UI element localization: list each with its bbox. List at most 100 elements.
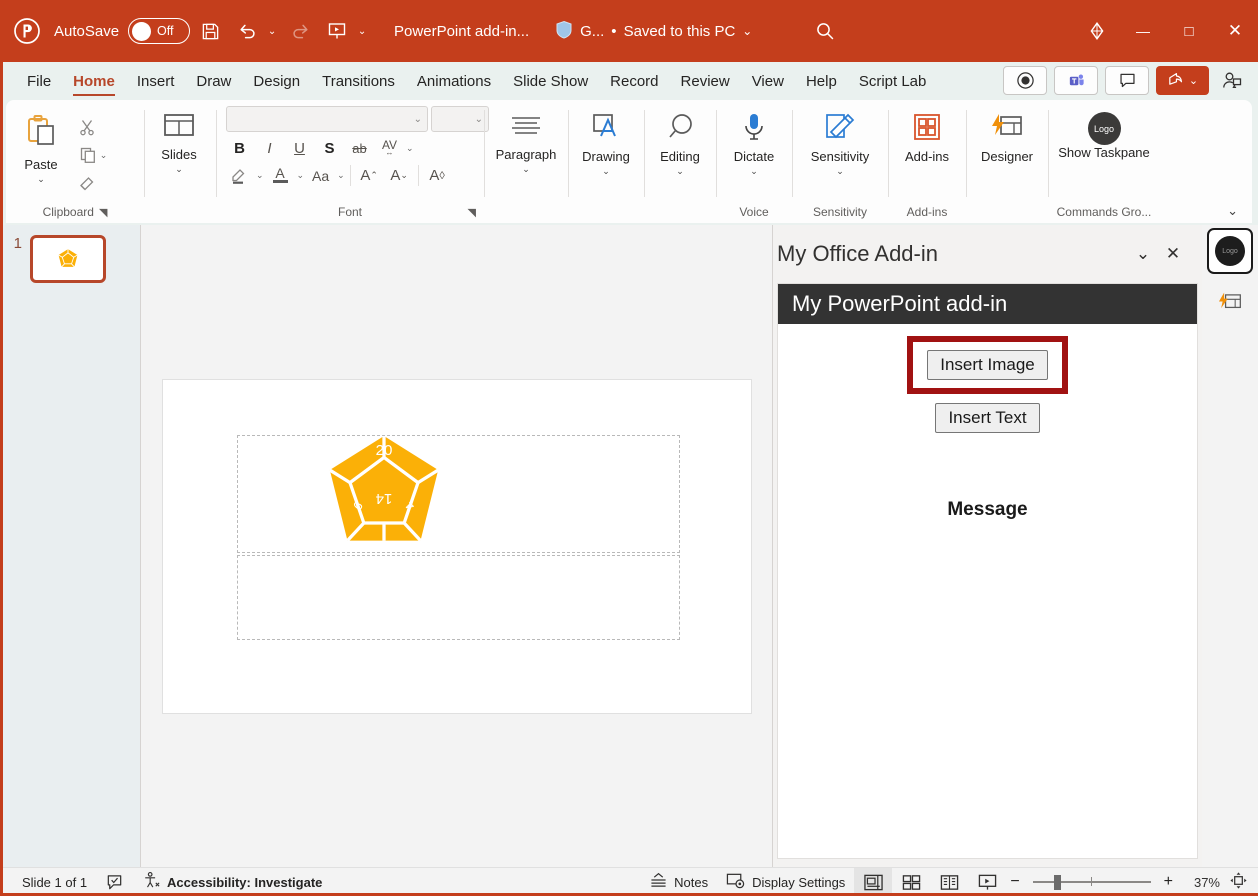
record-circle-icon[interactable] (1003, 66, 1047, 95)
format-painter-button[interactable] (72, 170, 102, 196)
autosave-toggle[interactable]: Off (128, 18, 190, 44)
paragraph-button[interactable]: Paragraph ⌄ (488, 106, 564, 175)
addins-button[interactable]: Add-ins (892, 106, 962, 165)
tab-insert[interactable]: Insert (126, 69, 186, 98)
font-dialog-launcher[interactable]: ◥ (468, 206, 476, 219)
font-size-input[interactable]: ⌄ (431, 106, 489, 132)
taskpane-launcher-button[interactable]: Logo (1207, 228, 1253, 274)
fit-to-window-icon[interactable] (1229, 871, 1248, 893)
text-shadow-button[interactable]: S (316, 135, 343, 162)
clipboard-dialog-launcher[interactable]: ◥ (99, 206, 107, 219)
teams-present-icon[interactable] (1054, 66, 1098, 95)
comment-icon[interactable] (1105, 66, 1149, 95)
close-button[interactable]: ✕ (1212, 0, 1258, 62)
tab-file[interactable]: File (16, 69, 62, 98)
character-spacing-button[interactable]: AV↔ (376, 135, 403, 162)
maximize-button[interactable]: □ (1166, 0, 1212, 62)
insert-image-button[interactable]: Insert Image (927, 350, 1048, 380)
show-taskpane-button[interactable]: Logo Show Taskpane (1052, 106, 1156, 161)
proofing-icon[interactable] (96, 868, 133, 896)
tab-record[interactable]: Record (599, 69, 669, 98)
document-title: PowerPoint add-in... (394, 23, 529, 40)
font-color-button[interactable]: A (267, 162, 294, 189)
zoom-slider-thumb[interactable] (1054, 875, 1061, 890)
undo-dropdown-caret[interactable]: ⌄ (264, 26, 280, 37)
strikethrough-button[interactable]: ab (346, 135, 373, 162)
thumbnail-item-1[interactable]: 1 (0, 225, 140, 283)
copy-button[interactable]: ⌄ (72, 142, 114, 168)
tab-animations[interactable]: Animations (406, 69, 502, 98)
copilot-icon[interactable] (1074, 0, 1120, 62)
customize-quick-access-icon[interactable]: ⌄ (354, 26, 370, 37)
present-icon[interactable] (320, 14, 354, 48)
slide-surface[interactable]: 20 14 9 4 (163, 380, 751, 713)
font-name-input[interactable]: ⌄ (226, 106, 428, 132)
zoom-level-label[interactable]: 37% (1186, 875, 1220, 890)
tab-home[interactable]: Home (62, 69, 126, 98)
taskpane-title: My Office Add-in (777, 241, 1128, 267)
change-case-caret[interactable]: ⌄ (337, 170, 345, 181)
change-case-button[interactable]: Aa (307, 162, 334, 189)
share-people-icon[interactable] (1216, 66, 1248, 95)
sensitivity-button[interactable]: Sensitivity ⌄ (796, 106, 884, 177)
tab-draw[interactable]: Draw (185, 69, 242, 98)
tab-view[interactable]: View (741, 69, 795, 98)
zoom-in-button[interactable]: + (1160, 873, 1177, 891)
dictate-button[interactable]: Dictate ⌄ (720, 106, 788, 177)
reading-view-icon[interactable] (930, 868, 968, 896)
decrease-font-size-button[interactable]: A⌄ (386, 162, 413, 189)
increase-font-size-button[interactable]: A⌃ (356, 162, 383, 189)
notes-button[interactable]: Notes (640, 868, 717, 896)
autosave-state: Off (157, 24, 173, 38)
thumbnail-slide-1[interactable] (30, 235, 106, 283)
insert-text-button[interactable]: Insert Text (935, 403, 1039, 433)
clear-formatting-button[interactable]: A◊ (424, 162, 451, 189)
ribbon-group-sensitivity: Sensitivity ⌄ Sensitivity (792, 100, 888, 223)
tab-slide-show[interactable]: Slide Show (502, 69, 599, 98)
drawing-label: Drawing (582, 150, 630, 165)
character-spacing-caret[interactable]: ⌄ (406, 143, 414, 154)
paste-caret: ⌄ (37, 174, 45, 185)
chevron-down-icon[interactable]: ⌄ (742, 24, 752, 38)
bold-button[interactable]: B (226, 135, 253, 162)
tab-design[interactable]: Design (242, 69, 311, 98)
slideshow-view-icon[interactable] (968, 868, 1006, 896)
normal-view-icon[interactable] (854, 868, 892, 896)
paste-button[interactable]: Paste ⌄ (10, 106, 72, 185)
chevron-down-icon[interactable]: ⌄ (1128, 239, 1158, 269)
save-icon[interactable] (193, 14, 227, 48)
font-color-caret[interactable]: ⌄ (297, 170, 305, 181)
cut-button[interactable] (72, 114, 102, 140)
ribbon-collapse-button[interactable]: ⌄ (1227, 203, 1238, 219)
display-settings-button[interactable]: Display Settings (717, 868, 854, 896)
tab-help[interactable]: Help (795, 69, 848, 98)
underline-button[interactable]: U (286, 135, 313, 162)
taskpane-launcher-rail: Logo (1202, 225, 1258, 867)
close-icon[interactable]: ✕ (1158, 239, 1188, 269)
d20-dice-image[interactable]: 20 14 9 4 (321, 431, 447, 557)
accessibility-status[interactable]: Accessibility: Investigate (133, 868, 331, 896)
save-status-area[interactable]: G... • Saved to this PC ⌄ (555, 20, 752, 43)
slide-sorter-icon[interactable] (892, 868, 930, 896)
tab-script-lab[interactable]: Script Lab (848, 69, 938, 98)
share-button[interactable]: ⌄ (1156, 66, 1209, 95)
undo-icon[interactable] (230, 14, 264, 48)
subtitle-placeholder[interactable] (237, 555, 680, 640)
slides-button[interactable]: Slides ⌄ (148, 106, 210, 175)
italic-button[interactable]: I (256, 135, 283, 162)
editing-button[interactable]: Editing ⌄ (648, 106, 712, 177)
title-placeholder[interactable] (237, 435, 680, 553)
highlight-caret[interactable]: ⌄ (256, 170, 264, 181)
zoom-slider[interactable] (1033, 875, 1151, 889)
notes-icon (649, 872, 668, 892)
slide-counter[interactable]: Slide 1 of 1 (0, 868, 96, 896)
drawing-button[interactable]: Drawing ⌄ (572, 106, 640, 177)
tab-review[interactable]: Review (670, 69, 741, 98)
tab-transitions[interactable]: Transitions (311, 69, 406, 98)
designer-icon[interactable] (1207, 282, 1253, 324)
designer-button[interactable]: Designer (970, 106, 1044, 165)
zoom-out-button[interactable]: − (1006, 873, 1023, 891)
minimize-button[interactable]: — (1120, 0, 1166, 62)
text-highlight-button[interactable] (226, 162, 253, 189)
search-icon[interactable] (808, 14, 842, 48)
